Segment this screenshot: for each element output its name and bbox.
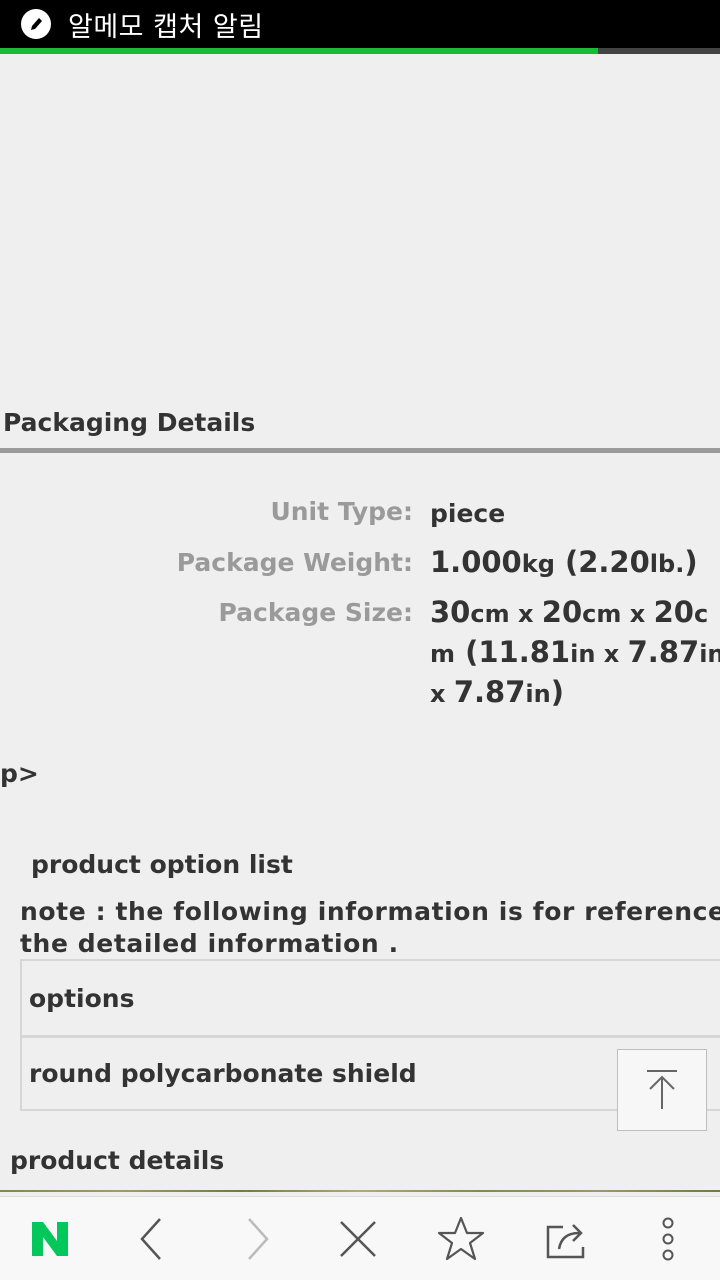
package-size-line-1: 30cm x 20cm x 20c xyxy=(430,595,709,629)
option-table-header: options xyxy=(29,983,135,1013)
package-size-label: Package Size: xyxy=(218,598,413,627)
forward-button[interactable] xyxy=(206,1197,306,1280)
option-table: options round polycarbonate shield xyxy=(20,959,720,1111)
package-size-line-2: m (11.81in x 7.87in xyxy=(430,635,720,669)
notification-title: 알메모 캡처 알림 xyxy=(68,11,264,43)
option-note-line-1: note : the following information is for … xyxy=(20,897,720,926)
notification-bar: 알메모 캡처 알림 xyxy=(0,0,720,48)
package-size-line-3: x 7.87in) xyxy=(430,675,564,709)
more-menu-button[interactable] xyxy=(618,1197,718,1280)
stray-markup-text: p> xyxy=(0,759,39,788)
option-note-line-2: the detailed information . xyxy=(20,929,399,958)
forward-icon xyxy=(248,1218,269,1260)
bookmark-star-icon xyxy=(437,1216,485,1261)
back-button[interactable] xyxy=(103,1197,203,1280)
product-option-list-title: product option list xyxy=(31,850,293,879)
browser-toolbar xyxy=(0,1196,720,1280)
product-photo-edge xyxy=(0,1190,720,1192)
packaging-details-title: Packaging Details xyxy=(3,408,256,437)
share-button[interactable] xyxy=(518,1197,618,1280)
option-note: note : the following information is for … xyxy=(20,896,720,960)
option-table-row: round polycarbonate shield xyxy=(22,1035,720,1109)
arrow-up-icon xyxy=(647,1070,677,1109)
section-divider xyxy=(0,448,720,453)
naver-home-button[interactable] xyxy=(0,1197,100,1280)
scroll-to-top-button[interactable] xyxy=(617,1049,707,1131)
naver-logo-icon xyxy=(32,1222,68,1256)
web-content[interactable]: Packaging Details Unit Type: piece Packa… xyxy=(0,54,720,1192)
unit-type-value: piece xyxy=(430,499,506,528)
bookmark-button[interactable] xyxy=(411,1197,511,1280)
memo-app-icon xyxy=(21,9,51,39)
share-icon xyxy=(546,1224,585,1259)
package-weight-label: Package Weight: xyxy=(176,548,413,577)
back-icon xyxy=(140,1218,161,1260)
product-details-title: product details xyxy=(10,1146,225,1175)
unit-type-label: Unit Type: xyxy=(270,497,413,526)
close-icon xyxy=(340,1221,376,1257)
package-weight-value: 1.000kg (2.20lb.) xyxy=(430,545,698,579)
close-button[interactable] xyxy=(308,1197,408,1280)
more-icon xyxy=(662,1217,674,1261)
